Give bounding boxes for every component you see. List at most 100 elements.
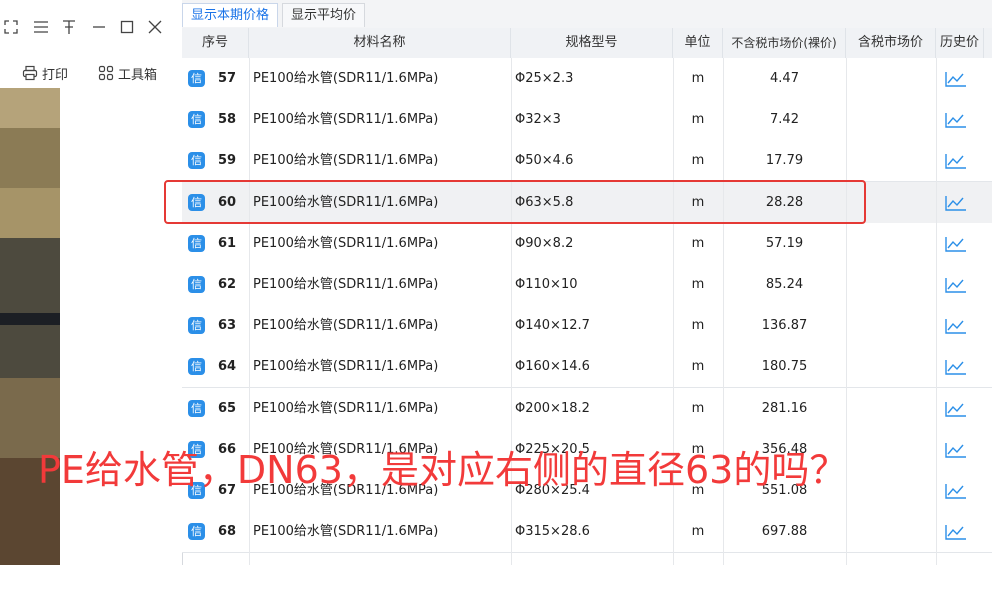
cell-material-name: PE100给水管(SDR11/1.6MPa)	[253, 524, 439, 540]
expand-icon[interactable]	[0, 16, 22, 38]
cell-spec: Φ160×14.6	[515, 359, 590, 375]
info-badge[interactable]: 信	[188, 317, 205, 335]
cell-no: 62	[218, 277, 237, 292]
cell-tax-price	[846, 388, 936, 429]
cell-no: 58	[218, 112, 237, 128]
viewer-titlebar	[0, 0, 182, 58]
print-button[interactable]: 打印	[22, 62, 68, 84]
toolbox-button[interactable]: 工具箱	[98, 62, 157, 84]
table-row[interactable]: 信 63 PE100给水管(SDR11/1.6MPa) Φ140×12.7 m 136.8…	[182, 305, 992, 348]
cell-price: 85.24	[765, 277, 804, 292]
history-chart-icon[interactable]	[944, 235, 968, 253]
table-row[interactable]: 信 65 PE100给水管(SDR11/1.6MPa) Φ200×18.2 m 281.1…	[182, 387, 992, 430]
pin-icon[interactable]	[58, 16, 80, 38]
cell-spec: Φ140×12.7	[515, 318, 590, 334]
cell-unit: m	[691, 277, 705, 292]
cell-unit: m	[691, 112, 705, 128]
maximize-icon[interactable]	[116, 16, 138, 38]
cell-price: 697.88	[761, 524, 808, 540]
cell-price: 180.75	[761, 359, 808, 375]
cell-unit: m	[691, 524, 705, 540]
cell-spec: Φ200×18.2	[515, 400, 590, 416]
cell-unit: m	[691, 153, 705, 169]
cell-material-name: PE100给水管(SDR11/1.6MPa)	[253, 235, 439, 251]
table-row[interactable]: 信 58 PE100给水管(SDR11/1.6MPa) Φ32×3 m 7.42	[182, 99, 992, 142]
info-badge[interactable]: 信	[188, 152, 205, 170]
cell-tax-price	[846, 223, 936, 264]
annotation-question: PE给水管，DN63，是对应右侧的直径63的吗？	[38, 448, 848, 492]
grid-icon	[98, 65, 114, 81]
cell-spec: Φ315×28.6	[515, 524, 590, 540]
info-badge[interactable]: 信	[188, 70, 205, 87]
cell-price: 281.16	[761, 400, 808, 416]
table-row[interactable]: 信 61 PE100给水管(SDR11/1.6MPa) Φ90×8.2 m 57.19	[182, 222, 992, 265]
cell-tax-price	[846, 264, 936, 305]
cell-material-name: PE100给水管(SDR11/1.6MPa)	[253, 318, 439, 334]
viewer-toolbar: 打印 工具箱	[0, 58, 182, 88]
cell-tax-price	[846, 58, 936, 99]
minimize-icon[interactable]	[88, 16, 110, 38]
history-chart-icon[interactable]	[944, 358, 968, 376]
cell-spec: Φ25×2.3	[515, 71, 574, 86]
cell-tax-price	[846, 346, 936, 387]
cell-no: 65	[218, 400, 237, 416]
header-price-excl-tax[interactable]: 不含税市场价(裸价)	[723, 28, 846, 58]
toolbox-label: 工具箱	[118, 67, 158, 83]
header-spec[interactable]: 规格型号	[511, 28, 673, 58]
price-tabs: 显示本期价格 显示平均价	[182, 0, 992, 29]
history-chart-icon[interactable]	[944, 400, 968, 418]
header-unit[interactable]: 单位	[673, 28, 723, 58]
cell-material-name: PE100给水管(SDR11/1.6MPa)	[253, 71, 439, 86]
info-badge[interactable]: 信	[188, 358, 205, 376]
cell-unit: m	[691, 359, 705, 375]
cell-price: 17.79	[765, 153, 804, 169]
cell-spec: Φ32×3	[515, 112, 561, 128]
cell-no: 57	[218, 71, 237, 86]
cell-spec: Φ90×8.2	[515, 235, 574, 251]
cell-unit: m	[691, 235, 705, 251]
close-icon[interactable]	[144, 16, 166, 38]
info-badge[interactable]: 信	[188, 276, 205, 293]
info-badge[interactable]: 信	[188, 399, 205, 417]
cell-tax-price	[846, 99, 936, 140]
cell-no: 59	[218, 153, 237, 169]
menu-icon[interactable]	[30, 16, 52, 38]
history-chart-icon[interactable]	[944, 111, 968, 129]
cell-material-name: PE100给水管(SDR11/1.6MPa)	[253, 400, 439, 416]
cell-no: 64	[218, 359, 237, 375]
print-label: 打印	[42, 67, 69, 83]
table-row[interactable]: 信 64 PE100给水管(SDR11/1.6MPa) Φ160×14.6 m 180.7…	[182, 346, 992, 389]
history-chart-icon[interactable]	[944, 317, 968, 335]
cell-no: 63	[218, 318, 237, 334]
header-price-incl-tax[interactable]: 含税市场价	[846, 28, 936, 58]
cell-spec: Φ50×4.6	[515, 153, 574, 169]
cell-no: 68	[218, 524, 237, 540]
header-history[interactable]: 历史价	[936, 28, 984, 58]
tab-average-price[interactable]: 显示平均价	[282, 3, 366, 27]
table-row[interactable]: 信 59 PE100给水管(SDR11/1.6MPa) Φ50×4.6 m 17.79	[182, 140, 992, 183]
info-badge[interactable]: 信	[188, 234, 205, 252]
cell-tax-price	[846, 305, 936, 346]
tab-current-price[interactable]: 显示本期价格	[182, 3, 279, 27]
info-badge[interactable]: 信	[188, 111, 205, 129]
table-row[interactable]: 信 62 PE100给水管(SDR11/1.6MPa) Φ110×10 m 85.24	[182, 264, 992, 306]
table-row[interactable]: 信 57 PE100给水管(SDR11/1.6MPa) Φ25×2.3 m 4.47	[182, 58, 992, 100]
history-chart-icon[interactable]	[944, 70, 968, 88]
info-badge[interactable]: 信	[188, 523, 205, 541]
history-chart-icon[interactable]	[944, 152, 968, 170]
highlight-box	[164, 180, 866, 224]
header-material-name[interactable]: 材料名称	[249, 28, 511, 58]
cell-material-name: PE100给水管(SDR11/1.6MPa)	[253, 359, 439, 375]
history-chart-icon[interactable]	[944, 276, 968, 294]
history-chart-icon[interactable]	[944, 194, 968, 212]
cell-price: 4.47	[770, 71, 799, 86]
cell-material-name: PE100给水管(SDR11/1.6MPa)	[253, 112, 439, 128]
history-chart-icon[interactable]	[944, 523, 968, 541]
header-no[interactable]: 序号	[182, 28, 249, 58]
cell-tax-price	[846, 140, 936, 181]
printer-icon	[22, 65, 38, 81]
cell-unit: m	[691, 71, 705, 86]
cell-price: 136.87	[761, 318, 808, 334]
table-row[interactable]: 信 68 PE100给水管(SDR11/1.6MPa) Φ315×28.6 m 697.8…	[182, 511, 992, 554]
cell-material-name: PE100给水管(SDR11/1.6MPa)	[253, 277, 439, 292]
